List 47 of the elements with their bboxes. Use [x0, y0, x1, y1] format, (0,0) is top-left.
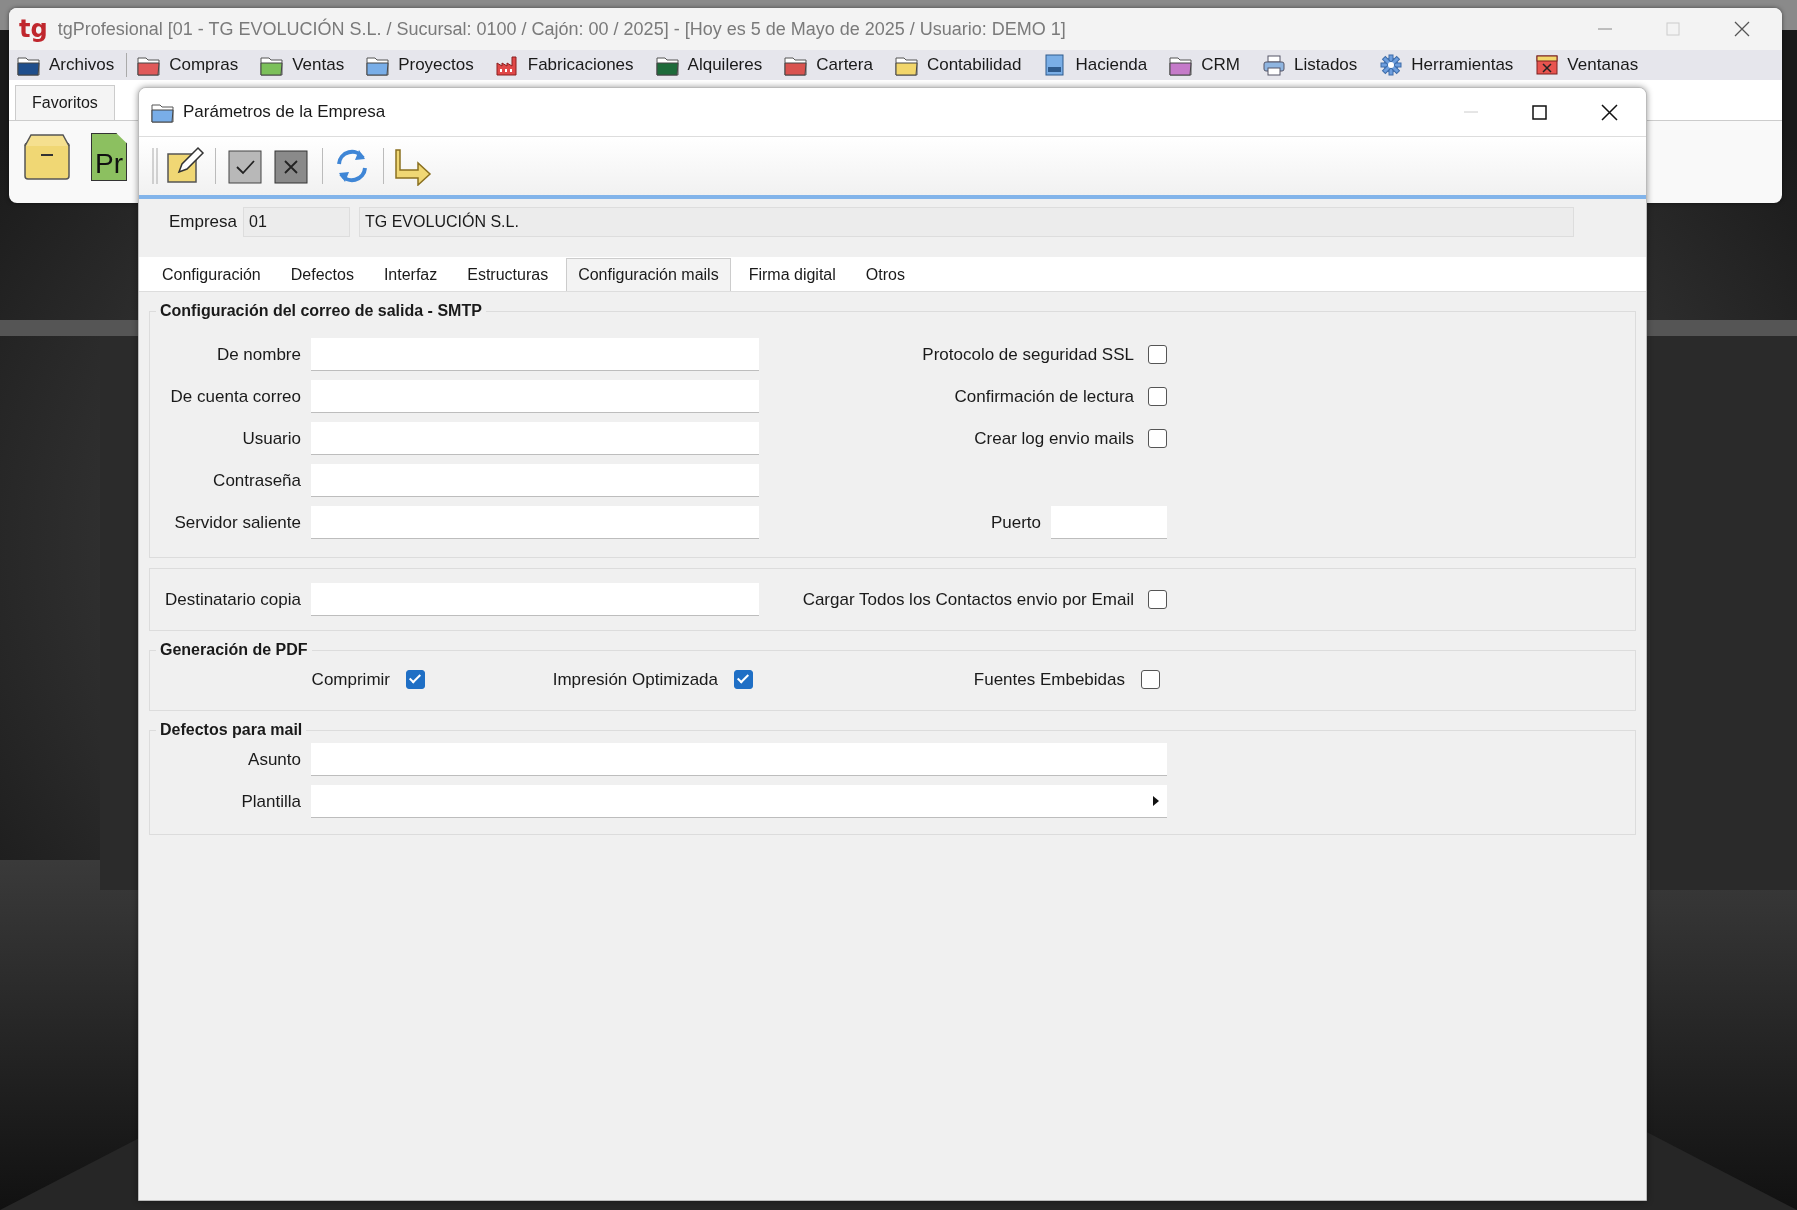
field-label: Servidor saliente	[173, 512, 301, 533]
tab[interactable]: Otros	[853, 258, 917, 291]
menu-item[interactable]: Contabilidad	[894, 54, 1022, 76]
group-title: Generación de PDF	[159, 641, 309, 659]
field-label: Contraseña	[212, 470, 301, 491]
tab[interactable]: Configuración	[150, 258, 273, 291]
tab[interactable]: Defectos	[278, 258, 366, 291]
field-label: De cuenta correo	[169, 386, 301, 407]
field-label: Puerto	[990, 512, 1041, 533]
window-title: Parámetros de la Empresa	[183, 102, 387, 122]
code-field[interactable]: 01	[243, 207, 351, 237]
field-label: De nombre	[215, 344, 301, 365]
checkbox-label: Comprimir	[311, 669, 390, 690]
field-label: Empresa	[169, 212, 238, 232]
group-title: Configuración del correo de salida - SMTP	[159, 302, 483, 320]
menu-item[interactable]: Alquileres	[655, 54, 763, 76]
checkbox-label: Fuentes Embebidas	[973, 669, 1125, 690]
menu-item[interactable]: Ventanas	[1535, 54, 1639, 76]
tab[interactable]: Estructuras	[455, 258, 561, 291]
field-label: Plantilla	[240, 791, 301, 812]
checkbox-label: Cargar Todos los Contactos envio por Email	[802, 589, 1134, 610]
menu-item[interactable]: Listados	[1262, 54, 1358, 76]
menu-item[interactable]: Hacienda	[1043, 54, 1148, 76]
menu-item[interactable]: Cartera	[784, 54, 873, 76]
menu-item[interactable]: Fabricaciones	[495, 54, 634, 76]
menu-item[interactable]: Archivos	[17, 54, 115, 76]
menu-item[interactable]: Compras	[137, 54, 239, 76]
checkbox-label: Confirmación de lectura	[954, 386, 1134, 407]
group-title: Defectos para mail	[159, 721, 304, 739]
menu-item[interactable]: Proyectos	[366, 54, 474, 76]
document-icon[interactable]: Pr	[91, 133, 127, 181]
tab[interactable]: Configuración mails	[566, 258, 731, 291]
field-label: Destinatario copia	[163, 589, 301, 610]
menu-item[interactable]: Ventas	[260, 54, 345, 76]
menu-item[interactable]: CRM	[1169, 54, 1240, 76]
checkbox-label: Crear log envio mails	[974, 428, 1134, 449]
menu-item[interactable]: Herramientas	[1379, 54, 1514, 76]
field-label: Usuario	[241, 428, 301, 449]
tab[interactable]: Favoritos	[15, 85, 115, 120]
field-label: Asunto	[247, 749, 301, 770]
name-field[interactable]: TG EVOLUCIÓN S.L.	[359, 207, 1575, 237]
tab[interactable]: Interfaz	[371, 258, 450, 291]
app-logo: tg	[19, 15, 48, 43]
checkbox-label: Impresión Optimizada	[552, 669, 718, 690]
window-title: tgProfesional [01 - TG EVOLUCIÓN S.L. / Sucursal: 0100 / Cajón: 00 / 2025] - [Hoy es 5 de Mayo de 2025 / Usuario: DEMO 1]	[57, 18, 1067, 40]
checkbox-label: Protocolo de seguridad SSL	[922, 344, 1134, 365]
tab[interactable]: Firma digital	[736, 258, 848, 291]
